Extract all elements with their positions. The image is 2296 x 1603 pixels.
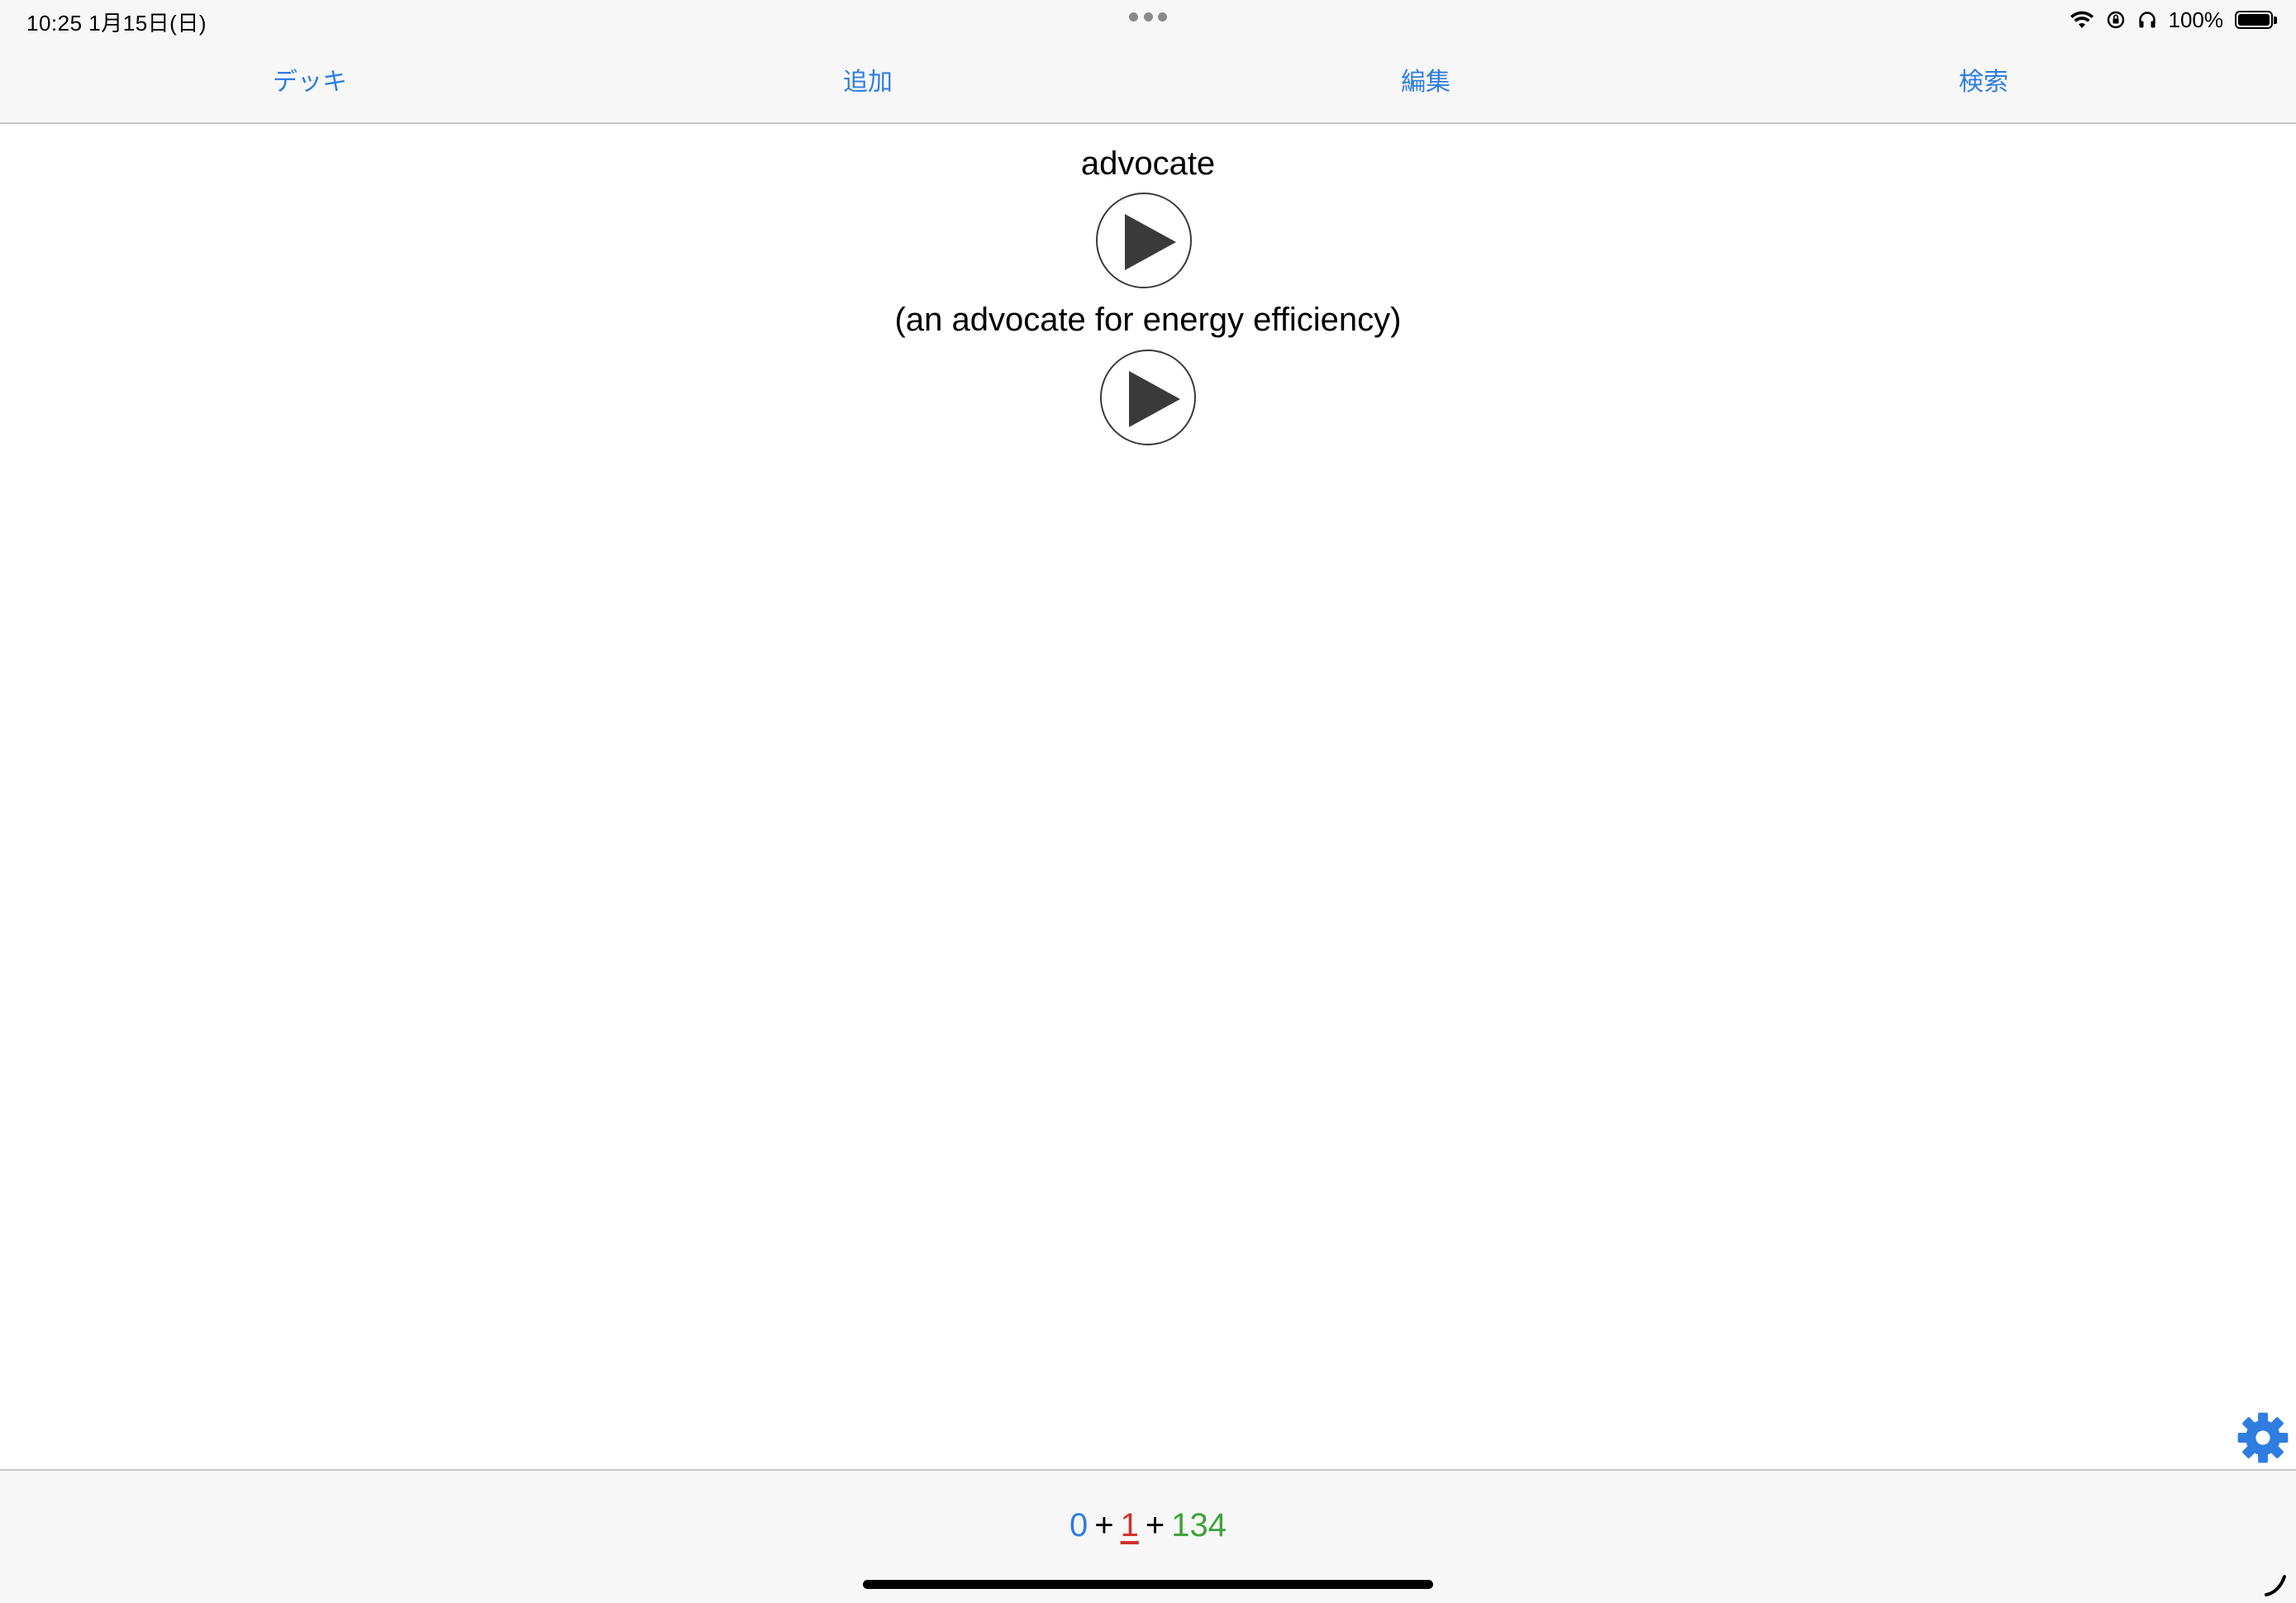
status-indicators: 100% (2070, 5, 2277, 35)
bottom-bar: 0 +1 +134 (0, 1469, 2296, 1603)
tab-deck[interactable]: デッキ (273, 61, 347, 98)
card-word: advocate (1080, 145, 1216, 182)
gear-icon[interactable] (2236, 1410, 2290, 1465)
card-example-sentence: (an advocate for energy efficiency) (894, 302, 1402, 338)
learning-count: 1 (1120, 1507, 1139, 1544)
multitasking-dots-icon[interactable] (1129, 12, 1167, 21)
nav-tabs: デッキ 追加 編集 検索 (0, 50, 2296, 107)
wifi-icon (2070, 11, 2094, 28)
plus-separator: + (1094, 1507, 1114, 1544)
new-count: 0 (1069, 1507, 1088, 1544)
orientation-lock-icon (2107, 11, 2124, 29)
battery-percent: 100% (2168, 7, 2224, 32)
play-icon (1125, 214, 1176, 270)
due-counts: 0 +1 +134 (0, 1507, 2296, 1544)
screen: 10:25 1月15日(日) 100% デッキ 追加 編集 検索 advocat… (0, 0, 2296, 1603)
review-count: 134 (1171, 1507, 1227, 1544)
play-icon (1129, 371, 1180, 427)
tab-search[interactable]: 検索 (1959, 61, 2008, 98)
home-indicator[interactable] (863, 1580, 1433, 1589)
plus-separator: + (1145, 1507, 1165, 1544)
battery-fill (2238, 14, 2270, 26)
tab-add[interactable]: 追加 (843, 61, 893, 98)
curve-icon (2265, 1575, 2286, 1596)
headphones-icon (2138, 12, 2155, 28)
battery-icon (2235, 11, 2277, 29)
status-time-date: 10:25 1月15日(日) (26, 11, 207, 36)
play-word-audio-button[interactable] (1096, 193, 1192, 288)
tab-edit[interactable]: 編集 (1401, 61, 1450, 98)
top-bar: 10:25 1月15日(日) 100% デッキ 追加 編集 検索 (0, 0, 2296, 124)
play-sentence-audio-button[interactable] (1100, 350, 1196, 445)
